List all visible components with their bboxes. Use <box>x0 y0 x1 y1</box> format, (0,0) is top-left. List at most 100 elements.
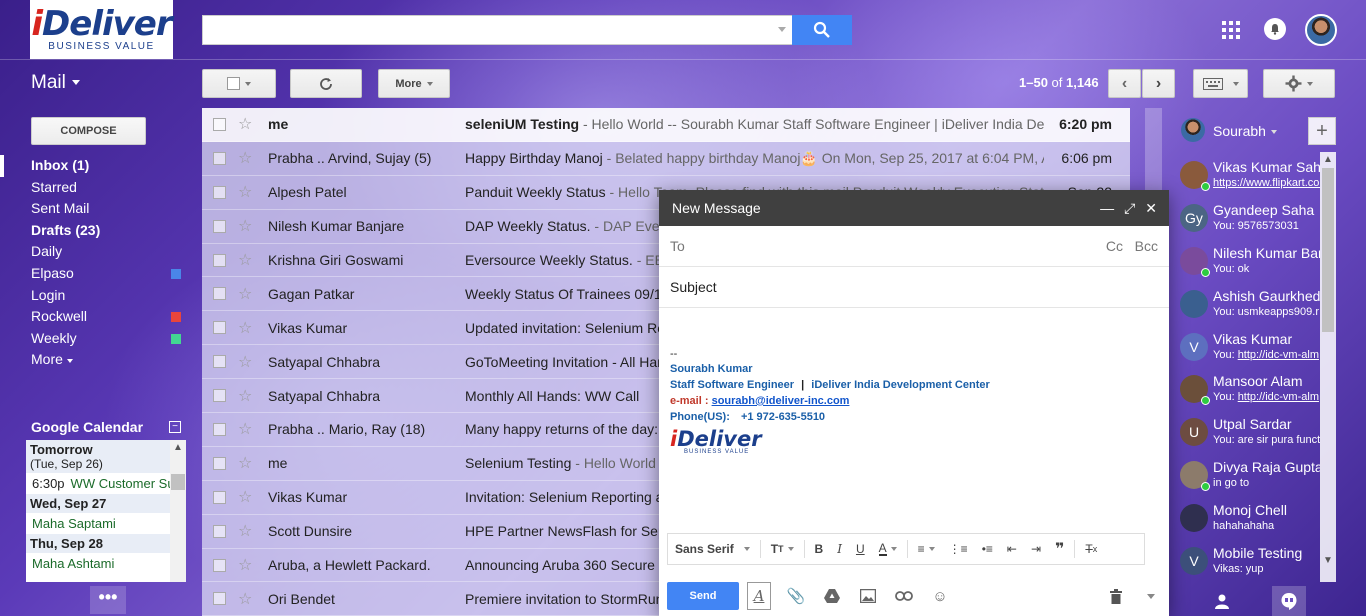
quote-icon[interactable]: ❞ <box>1048 539 1071 559</box>
row-checkbox[interactable] <box>213 321 226 335</box>
label-color-swatch[interactable] <box>171 312 181 323</box>
row-checkbox[interactable] <box>213 558 226 572</box>
text-color-icon[interactable]: A <box>872 542 904 556</box>
message-body[interactable]: -- Sourabh Kumar Staff Software Engineer… <box>659 308 1169 455</box>
newer-page-button[interactable]: ‹ <box>1108 69 1141 98</box>
label-color-swatch[interactable] <box>171 268 181 279</box>
more-gadgets-button[interactable]: ••• <box>90 586 126 614</box>
row-checkbox[interactable] <box>213 524 226 538</box>
formatting-options-icon[interactable]: A <box>747 582 771 610</box>
chevron-up-icon[interactable]: ▲ <box>170 440 186 456</box>
row-checkbox[interactable] <box>213 117 226 131</box>
sidebar-item-login[interactable]: Login <box>0 285 190 307</box>
chat-message-link[interactable]: http://idc-vm-alm <box>1238 391 1319 403</box>
emoji-icon[interactable]: ☺ <box>929 585 951 607</box>
row-checkbox[interactable] <box>213 456 226 470</box>
sidebar-item-starred[interactable]: Starred <box>0 177 190 199</box>
star-icon[interactable]: ☆ <box>238 216 258 236</box>
table-row[interactable]: ☆ me seleniUM Testing - Hello World -- Sou… <box>202 108 1130 142</box>
contacts-icon[interactable] <box>1172 586 1272 616</box>
star-icon[interactable]: ☆ <box>238 318 258 338</box>
input-tools-button[interactable] <box>1193 69 1248 98</box>
chat-contact[interactable]: Divya Raja Gupta in go to <box>1172 452 1320 495</box>
refresh-button[interactable] <box>290 69 362 98</box>
expand-icon[interactable]: ⤢ <box>1124 200 1135 217</box>
new-chat-button[interactable]: + <box>1308 117 1336 145</box>
minimize-icon[interactable]: — <box>1100 200 1114 217</box>
compose-header[interactable]: New Message — ⤢ ✕ <box>659 190 1169 226</box>
chat-contact[interactable]: Nilesh Kumar BanjareYou: ok <box>1172 238 1320 281</box>
numbered-list-icon[interactable]: ⋮≡ <box>942 542 975 556</box>
row-checkbox[interactable] <box>213 389 226 403</box>
underline-icon[interactable]: U <box>849 542 872 556</box>
row-checkbox[interactable] <box>213 490 226 504</box>
to-field[interactable]: To Cc Bcc <box>659 226 1169 267</box>
calendar-scrollbar[interactable]: ▲ <box>170 440 186 582</box>
insert-link-icon[interactable] <box>893 585 915 607</box>
chat-contact[interactable]: Mansoor Alam You: http://idc-vm-alm <box>1172 366 1320 409</box>
calendar-gadget-title[interactable]: Google Calendar <box>31 419 143 435</box>
sidebar-item-inbox[interactable]: Inbox (1) <box>0 155 190 177</box>
star-icon[interactable]: ☆ <box>238 352 258 372</box>
hangouts-icon[interactable] <box>1272 586 1306 616</box>
close-icon[interactable]: ✕ <box>1145 200 1157 217</box>
row-checkbox[interactable] <box>213 287 226 301</box>
chat-scroll-thumb[interactable] <box>1322 168 1334 332</box>
row-checkbox[interactable] <box>213 592 226 606</box>
avatar[interactable] <box>1305 14 1337 46</box>
label-color-swatch[interactable] <box>171 333 181 344</box>
sidebar-item-elpaso[interactable]: Elpaso <box>0 263 190 285</box>
apps-grid-icon[interactable] <box>1222 21 1240 39</box>
compose-button[interactable]: COMPOSE <box>31 117 146 145</box>
align-icon[interactable]: ≡ <box>911 542 942 556</box>
search-input[interactable] <box>202 15 792 45</box>
sidebar-item-rockwell[interactable]: Rockwell <box>0 306 190 328</box>
select-all-button[interactable] <box>202 69 276 98</box>
star-icon[interactable]: ☆ <box>238 182 258 202</box>
indent-less-icon[interactable]: ⇤ <box>1000 542 1024 556</box>
star-icon[interactable]: ☆ <box>238 453 258 473</box>
star-icon[interactable]: ☆ <box>238 589 258 609</box>
send-button[interactable]: Send <box>667 582 739 610</box>
subject-field[interactable]: Subject <box>659 267 1169 308</box>
chevron-down-icon[interactable]: ▼ <box>1320 553 1336 569</box>
italic-icon[interactable]: I <box>830 542 849 556</box>
chat-message-link[interactable]: http://idc-vm-alm <box>1238 349 1319 361</box>
calendar-event[interactable]: 6:30p WW Customer Su <box>26 473 186 494</box>
indent-more-icon[interactable]: ⇥ <box>1024 542 1048 556</box>
star-icon[interactable]: ☆ <box>238 487 258 507</box>
bcc-link[interactable]: Bcc <box>1135 238 1158 254</box>
avatar[interactable] <box>1181 118 1205 142</box>
cc-link[interactable]: Cc <box>1106 238 1123 254</box>
star-icon[interactable]: ☆ <box>238 386 258 406</box>
older-page-button[interactable]: › <box>1142 69 1175 98</box>
company-logo[interactable]: iDeliver BUSINESS VALUE <box>30 0 173 59</box>
collapse-icon[interactable]: − <box>169 421 181 433</box>
chat-contact[interactable]: U Utpal Sardar You: are sir pura funct <box>1172 409 1320 452</box>
sidebar-item-drafts[interactable]: Drafts (23) <box>0 220 190 242</box>
bell-icon[interactable] <box>1264 18 1286 40</box>
more-actions-button[interactable]: More <box>378 69 450 98</box>
star-icon[interactable]: ☆ <box>238 521 258 541</box>
attach-icon[interactable]: 📎 <box>785 585 807 607</box>
bold-icon[interactable]: B <box>808 542 831 556</box>
drive-icon[interactable] <box>821 585 843 607</box>
mail-switcher[interactable]: Mail <box>31 72 80 94</box>
chat-status-menu[interactable]: Sourabh <box>1213 123 1277 139</box>
table-row[interactable]: ☆ Prabha .. Arvind, Sujay (5) Happy Birthd… <box>202 141 1130 176</box>
chat-contact[interactable]: Monoj Chell hahahahaha <box>1172 495 1320 538</box>
remove-formatting-icon[interactable]: Tx <box>1078 542 1104 556</box>
trash-icon[interactable] <box>1105 585 1127 607</box>
calendar-scroll-thumb[interactable] <box>171 474 185 490</box>
search-options-icon[interactable] <box>778 27 786 32</box>
search-button[interactable] <box>792 15 852 45</box>
chat-contact[interactable]: Ashish Gaurkhede You: usmkeapps909.r <box>1172 281 1320 324</box>
row-checkbox[interactable] <box>213 185 226 199</box>
star-icon[interactable]: ☆ <box>238 114 258 134</box>
chat-contact[interactable]: Vikas Kumar Sahu https://www.flipkart.com <box>1172 152 1320 195</box>
chat-contact[interactable]: Gy Gyandeep Saha You: 9576573031 <box>1172 195 1320 238</box>
star-icon[interactable]: ☆ <box>238 148 258 168</box>
sidebar-item-daily[interactable]: Daily <box>0 241 190 263</box>
chevron-up-icon[interactable]: ▲ <box>1320 152 1336 168</box>
sidebar-item-weekly[interactable]: Weekly <box>0 328 190 350</box>
